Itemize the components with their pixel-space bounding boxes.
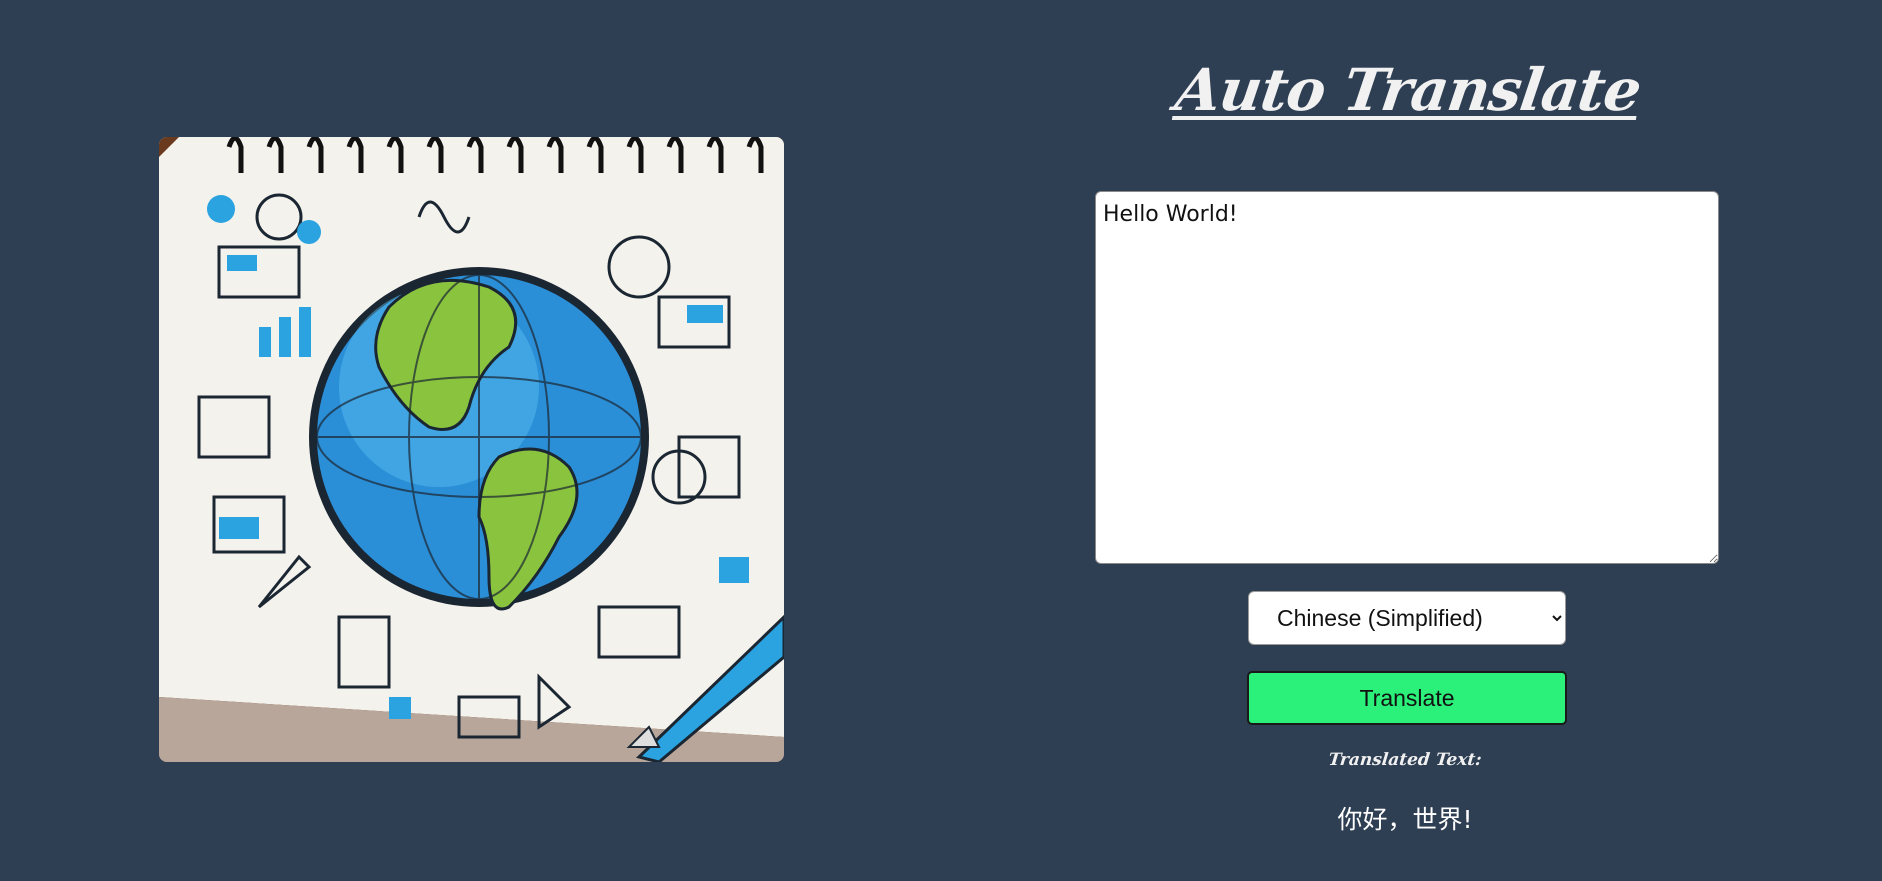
translate-button[interactable]: Translate bbox=[1247, 671, 1567, 725]
translated-text-output: 你好，世界! bbox=[1337, 805, 1473, 834]
language-select[interactable]: Chinese (Simplified) bbox=[1248, 591, 1566, 645]
source-text-input[interactable]: Hello World! bbox=[1095, 191, 1719, 564]
globe-doodle-image bbox=[159, 137, 784, 762]
globe-illustration bbox=[159, 137, 784, 762]
translated-text-label: Translated Text: bbox=[1327, 750, 1483, 770]
page-title: Auto Translate bbox=[1171, 56, 1645, 124]
